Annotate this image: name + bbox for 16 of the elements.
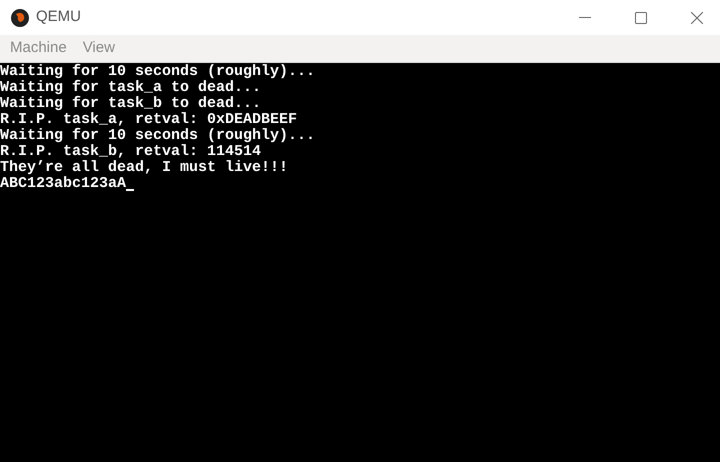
minimize-icon: [579, 16, 591, 18]
menu-item[interactable]: Machine: [10, 37, 67, 60]
console-line: Waiting for 10 seconds (roughly)...: [0, 64, 316, 80]
console-line: Waiting for task_a to dead...: [0, 80, 262, 96]
console-line: R.I.P. task_b, retval: 114514: [0, 144, 262, 160]
maximize-icon: [635, 12, 647, 24]
window-title: QEMU: [36, 7, 81, 28]
console-line: Waiting for 10 seconds (roughly)...: [0, 128, 316, 144]
menu-item[interactable]: View: [82, 37, 115, 60]
console-line: Waiting for task_b to dead...: [0, 96, 262, 112]
app-logo-icon: [10, 8, 30, 28]
console-line: ABC123abc123aA: [0, 176, 126, 192]
text-cursor: [126, 189, 134, 191]
close-icon: [691, 12, 703, 24]
console-line: They’re all dead, I must live!!!: [0, 160, 288, 176]
console-line: R.I.P. task_a, retval: 0xDEADBEEF: [0, 112, 298, 128]
